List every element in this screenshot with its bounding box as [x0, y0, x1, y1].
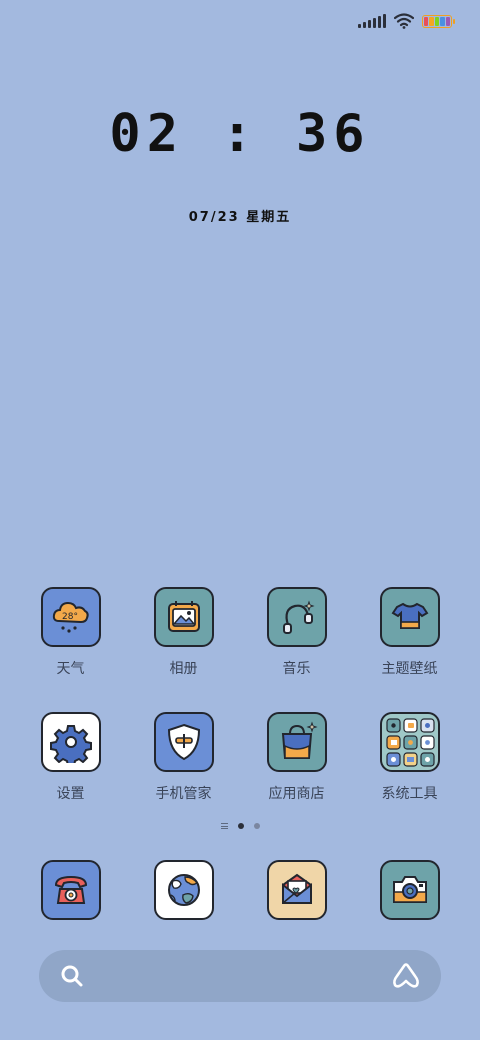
app-label: 系统工具: [381, 786, 438, 802]
app-label: 手机管家: [155, 786, 212, 802]
search-bar[interactable]: [39, 950, 441, 1002]
app-gallery[interactable]: 相册: [127, 587, 240, 678]
search-icon[interactable]: [59, 963, 85, 989]
gallery-icon: [153, 587, 214, 647]
headphones-icon: [266, 587, 327, 647]
globe-icon: [153, 860, 214, 920]
assistant-icon[interactable]: [391, 961, 421, 991]
tshirt-icon: [379, 587, 440, 647]
signal-bars-icon: [358, 14, 386, 28]
shopping-bag-icon: [266, 712, 327, 772]
telephone-icon: [40, 860, 101, 920]
wifi-icon: [394, 13, 414, 29]
dock-browser[interactable]: [127, 860, 240, 920]
status-bar: [358, 10, 455, 32]
page-dot-2[interactable]: [253, 823, 260, 829]
folder-icon: [379, 712, 440, 772]
weather-temp: 28°: [62, 612, 78, 622]
app-label: 音乐: [282, 661, 311, 677]
page-indicator[interactable]: [0, 823, 480, 829]
app-folder-tools[interactable]: 系统工具: [353, 712, 466, 803]
clock-date[interactable]: 07/23 星期五: [0, 206, 480, 225]
dock: [0, 860, 480, 920]
app-label: 天气: [56, 661, 85, 677]
envelope-icon: [266, 860, 327, 920]
weather-icon: 28°: [40, 587, 101, 647]
dock-camera[interactable]: [353, 860, 466, 920]
battery-icon: [422, 14, 455, 28]
clock-time[interactable]: 02 : 36: [0, 104, 480, 164]
app-store[interactable]: 应用商店: [240, 712, 353, 803]
app-weather[interactable]: 28° 天气: [14, 587, 127, 678]
app-themes[interactable]: 主题壁纸: [353, 587, 466, 678]
dock-phone[interactable]: [14, 860, 127, 920]
app-label: 设置: [56, 786, 85, 802]
dock-messages[interactable]: [240, 860, 353, 920]
app-label: 相册: [169, 661, 198, 677]
app-security[interactable]: 手机管家: [127, 712, 240, 803]
camera-icon: [379, 860, 440, 920]
app-row-2: 设置 手机管家 应用商店 系统工具: [0, 712, 480, 803]
app-row-1: 28° 天气 相册 音乐 主题壁纸: [0, 587, 480, 678]
gear-icon: [40, 712, 101, 772]
page-dot-1[interactable]: [237, 823, 244, 829]
app-music[interactable]: 音乐: [240, 587, 353, 678]
shield-icon: [153, 712, 214, 772]
app-drawer-indicator-icon[interactable]: [220, 823, 228, 829]
app-settings[interactable]: 设置: [14, 712, 127, 803]
app-label: 应用商店: [268, 786, 325, 802]
app-label: 主题壁纸: [381, 661, 438, 677]
